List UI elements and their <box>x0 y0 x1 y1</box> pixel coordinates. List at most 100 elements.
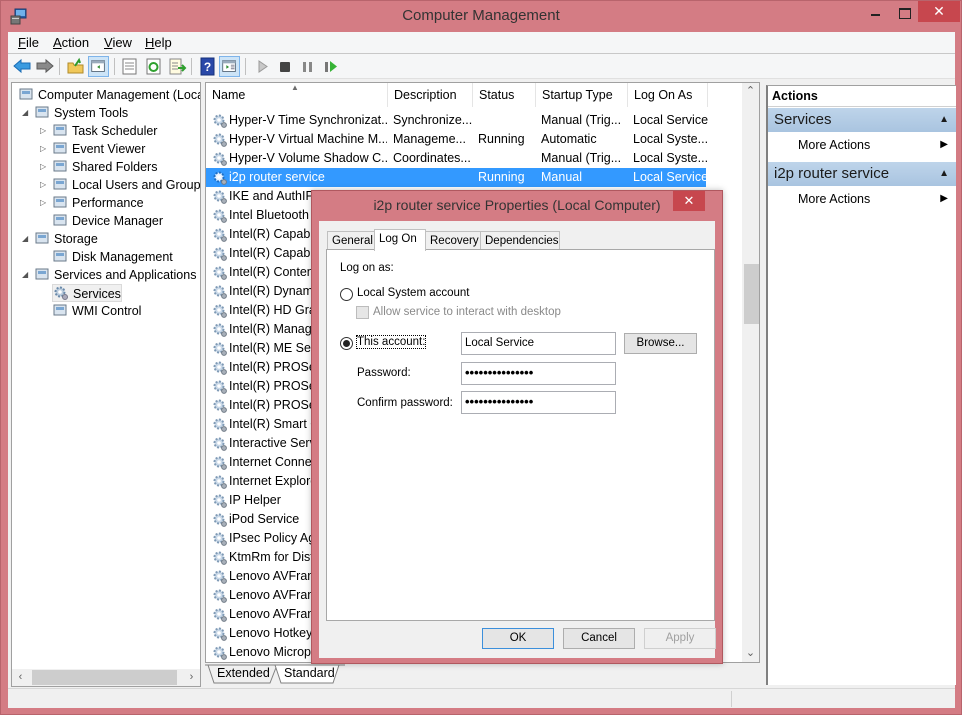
column-header-log-on-as[interactable]: Log On As <box>628 83 708 107</box>
start-service-icon[interactable] <box>252 56 273 77</box>
tree-item-disk-management[interactable]: Disk Management <box>52 248 173 266</box>
dialog-close-button[interactable]: ✕ <box>673 191 705 211</box>
tree-item-label: Shared Folders <box>72 160 158 174</box>
pause-service-icon[interactable] <box>297 56 318 77</box>
confirm-password-input[interactable]: ••••••••••••••• <box>461 391 616 414</box>
tree-item-performance[interactable]: Performance <box>52 194 144 212</box>
tab-recovery[interactable]: Recovery <box>425 231 481 250</box>
refresh-icon[interactable] <box>143 56 164 77</box>
properties-icon[interactable] <box>119 56 140 77</box>
actions-group-services[interactable]: Services ▲ <box>768 108 956 132</box>
service-gear-icon <box>213 190 227 204</box>
expand-icon[interactable]: ▷ <box>40 176 48 194</box>
tree-item-services-and-applications[interactable]: Services and Applications <box>34 266 196 284</box>
password-input[interactable]: ••••••••••••••• <box>461 362 616 385</box>
stop-service-icon[interactable] <box>274 56 295 77</box>
service-row[interactable]: i2p router service Running Manual Local Ser… <box>206 168 708 187</box>
service-row[interactable]: Hyper-V Volume Shadow C... Coordinates...… <box>206 149 708 168</box>
tree-item-event-viewer[interactable]: Event Viewer <box>52 140 145 158</box>
forward-arrow-icon[interactable] <box>34 56 55 77</box>
expand-icon[interactable]: ▷ <box>40 194 48 212</box>
scroll-right-icon[interactable]: › <box>183 669 200 686</box>
this-account-radio[interactable] <box>340 337 353 350</box>
local-system-label[interactable]: Local System account <box>357 287 470 299</box>
menu-help[interactable]: Help <box>145 35 172 50</box>
scroll-up-icon[interactable]: ⌃ <box>742 83 759 100</box>
this-account-label[interactable]: This account: <box>355 335 427 349</box>
tab-general[interactable]: General <box>327 231 375 250</box>
tab-dependencies[interactable]: Dependencies <box>480 231 560 250</box>
actions-group-selected-service[interactable]: i2p router service ▲ <box>768 162 956 186</box>
column-header-startup-type[interactable]: Startup Type <box>536 83 628 107</box>
actions-group-title: i2p router service <box>774 165 890 182</box>
column-header-description[interactable]: Description <box>388 83 473 107</box>
tab-extended[interactable]: Extended <box>211 664 276 683</box>
resume-service-icon[interactable] <box>320 56 341 77</box>
back-arrow-icon[interactable] <box>12 56 33 77</box>
collapse-icon[interactable]: ▲ <box>939 162 949 186</box>
tree-item-shared-folders[interactable]: Shared Folders <box>52 158 157 176</box>
service-row[interactable]: Hyper-V Time Synchronizat... Synchronize.… <box>206 111 708 130</box>
column-header-name[interactable]: Name ▲ <box>206 83 388 107</box>
tree-item-storage[interactable]: Storage <box>34 230 98 248</box>
export-list-icon[interactable] <box>167 56 188 77</box>
menu-help-accel: H <box>145 35 155 50</box>
up-folder-icon[interactable] <box>65 56 86 77</box>
vertical-scrollbar[interactable]: ⌃ ⌄ <box>742 83 759 662</box>
scrollbar-thumb[interactable] <box>744 264 759 324</box>
tab-log-on[interactable]: Log On <box>374 229 426 251</box>
toolbar-separator <box>245 58 246 75</box>
status-bar <box>8 688 955 708</box>
menu-action[interactable]: Action <box>53 35 89 50</box>
tree-item-device-manager[interactable]: Device Manager <box>52 212 163 230</box>
collapse-icon[interactable]: ◢ <box>22 230 30 248</box>
service-logon: Local Service <box>633 113 708 127</box>
help-icon[interactable]: ? <box>197 56 218 77</box>
action-more-actions[interactable]: More Actions ▶ <box>768 135 956 155</box>
title-bar[interactable]: Computer Management ✕ <box>1 1 961 32</box>
column-header-status[interactable]: Status <box>473 83 536 107</box>
account-name-input[interactable]: Local Service <box>461 332 616 355</box>
scroll-down-icon[interactable]: ⌄ <box>742 645 759 662</box>
service-name: Hyper-V Volume Shadow C... <box>229 151 387 165</box>
browse-button[interactable]: Browse... <box>624 333 697 354</box>
collapse-icon[interactable]: ▲ <box>939 108 949 132</box>
expand-icon[interactable]: ▷ <box>40 140 48 158</box>
tree-item-computer-management-local[interactable]: Computer Management (Local <box>18 86 200 104</box>
service-gear-icon <box>213 494 227 508</box>
expand-icon[interactable]: ▷ <box>40 122 48 140</box>
menu-action-label: ction <box>61 35 90 50</box>
apply-button[interactable]: Apply <box>644 628 716 649</box>
local-system-radio[interactable] <box>340 288 353 301</box>
tree-item-wmi-control[interactable]: WMI Control <box>52 302 141 320</box>
tree-item-services[interactable]: Services <box>52 284 122 302</box>
tab-standard[interactable]: Standard <box>278 664 341 683</box>
show-hide-console-tree-icon[interactable] <box>88 56 109 77</box>
tree-item-task-scheduler[interactable]: Task Scheduler <box>52 122 157 140</box>
minimize-button[interactable] <box>863 1 889 22</box>
collapse-icon[interactable]: ◢ <box>22 266 30 284</box>
tree-item-label: Event Viewer <box>72 142 146 156</box>
service-row[interactable]: Hyper-V Virtual Machine M... Manageme... R… <box>206 130 708 149</box>
ok-button[interactable]: OK <box>482 628 554 649</box>
service-gear-icon <box>213 247 227 261</box>
service-gear-icon <box>213 361 227 375</box>
menu-view[interactable]: View <box>104 35 132 50</box>
horizontal-scrollbar[interactable]: ‹ › <box>12 669 200 686</box>
allow-desktop-checkbox[interactable] <box>356 306 369 319</box>
service-gear-icon <box>213 418 227 432</box>
tree-item-local-users-and-groups[interactable]: Local Users and Groups <box>52 176 200 194</box>
maximize-button[interactable] <box>891 1 917 22</box>
menu-file[interactable]: File <box>18 35 39 50</box>
collapse-icon[interactable]: ◢ <box>22 104 30 122</box>
menu-bar: File Action View Help <box>8 32 955 54</box>
service-status: Running <box>478 170 525 184</box>
show-hide-action-pane-icon[interactable] <box>219 56 240 77</box>
action-more-actions[interactable]: More Actions ▶ <box>768 189 956 209</box>
expand-icon[interactable]: ▷ <box>40 158 48 176</box>
cancel-button[interactable]: Cancel <box>563 628 635 649</box>
scrollbar-thumb[interactable] <box>32 670 177 685</box>
close-button[interactable]: ✕ <box>918 1 960 22</box>
tree-item-system-tools[interactable]: System Tools <box>34 104 128 122</box>
scroll-left-icon[interactable]: ‹ <box>12 669 29 686</box>
